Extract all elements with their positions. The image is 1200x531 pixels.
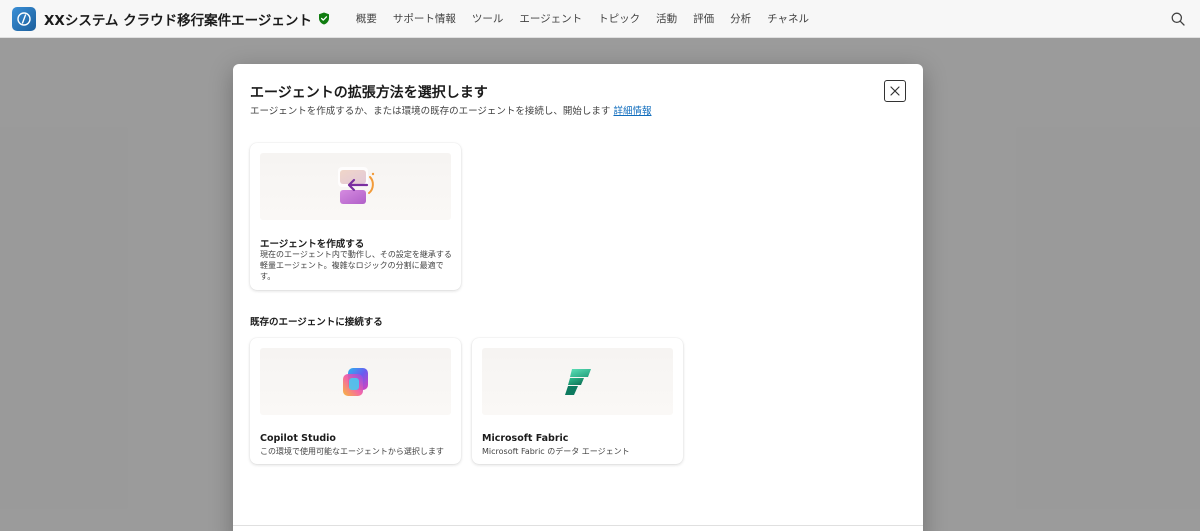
nav-item-activity[interactable]: 活動 [648,11,685,26]
learn-more-link[interactable]: 詳細情報 [613,106,651,117]
card-title: エージェントを作成する [260,239,365,250]
card-title: Microsoft Fabric [482,433,569,444]
card-description: この環境で使用可能なエージェントから選択します [260,447,444,456]
card-title: Copilot Studio [260,433,336,444]
dialog-footer-divider [233,525,923,526]
verified-shield-icon [318,12,332,26]
dialog-subtitle-text: エージェントを作成するか、または環境の既存のエージェントを接続し、開始します [250,106,611,117]
connect-section-label: 既存のエージェントに接続する [250,317,383,328]
nav-item-overview[interactable]: 概要 [348,11,385,26]
nav-item-knowledge[interactable]: サポート情報 [385,11,464,26]
create-agent-icon [337,166,374,204]
app-title: XXシステム クラウド移行案件エージェント [44,12,312,29]
nav-item-evaluation[interactable]: 評価 [685,11,722,26]
card-description: 現在のエージェント内で動作し、その設定を継承する軽量エージェント。複雑なロジック… [260,250,452,281]
dialog-title: エージェントの拡張方法を選択します [250,85,488,101]
card-banner [482,348,673,415]
nav-item-channels[interactable]: チャネル [759,11,817,26]
card-banner [260,153,451,220]
nav-item-agents[interactable]: エージェント [511,11,590,26]
copilot-studio-icon [342,367,368,396]
close-icon [890,86,900,96]
microsoft-fabric-card[interactable]: Microsoft Fabric Microsoft Fabric のデータ エ… [472,338,683,464]
copilot-studio-card[interactable]: Copilot Studio この環境で使用可能なエージェントから選択します [250,338,461,464]
nav-item-analytics[interactable]: 分析 [722,11,759,26]
create-agent-card[interactable]: エージェントを作成する 現在のエージェント内で動作し、その設定を継承する軽量エー… [250,143,461,290]
top-bar: XXシステム クラウド移行案件エージェント 概要 サポート情報 ツール エージェ… [0,0,1200,38]
app-icon[interactable] [12,6,36,31]
search-icon[interactable] [1170,11,1186,27]
close-button[interactable] [884,80,906,102]
nav-item-topics[interactable]: トピック [590,11,648,26]
dialog-subtitle: エージェントを作成するか、または環境の既存のエージェントを接続し、開始します 詳… [250,103,651,117]
microsoft-fabric-icon [564,368,591,395]
extend-agent-dialog: エージェントの拡張方法を選択します エージェントを作成するか、または環境の既存の… [233,64,923,531]
card-description: Microsoft Fabric のデータ エージェント [482,447,630,456]
main-nav: 概要 サポート情報 ツール エージェント トピック 活動 評価 分析 チャネル [348,11,817,26]
card-banner [260,348,451,415]
nav-item-tools[interactable]: ツール [464,11,512,26]
